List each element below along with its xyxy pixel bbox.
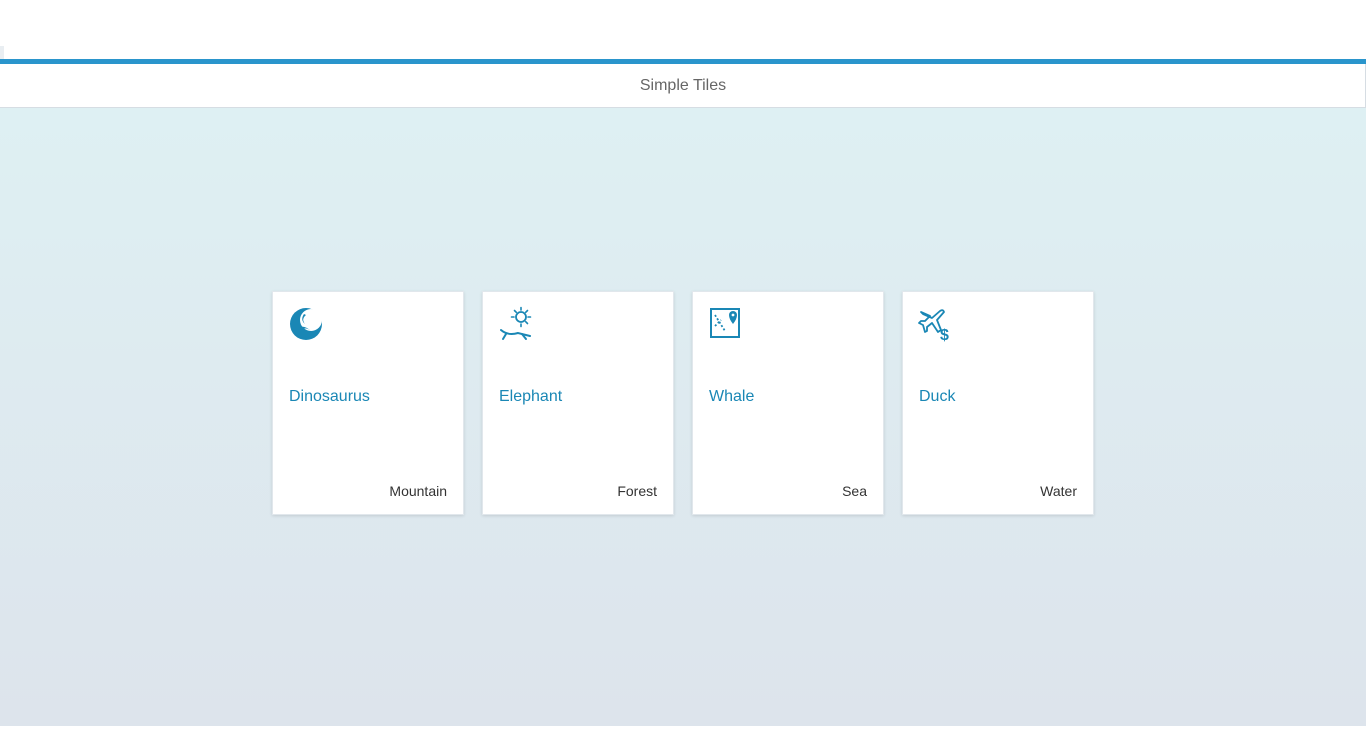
tile-title: Dinosaurus [289, 388, 370, 405]
tile-title: Duck [919, 388, 956, 405]
bottom-edge [0, 726, 1366, 732]
page-header: Simple Tiles [0, 64, 1366, 108]
tile-dinosaurus[interactable]: Dinosaurus Mountain [272, 291, 464, 515]
svg-text:$: $ [940, 327, 949, 342]
edge-marker [0, 46, 4, 59]
moon-crescent-icon [288, 306, 324, 342]
page-title: Simple Tiles [639, 76, 727, 94]
tile-whale[interactable]: Whale Sea [692, 291, 884, 515]
tile-title: Whale [709, 388, 755, 405]
tile-footer: Forest [617, 483, 657, 499]
tile-title: Elephant [499, 388, 563, 405]
tile-footer: Mountain [389, 483, 447, 499]
tile-group: Dinosaurus Mountain Elephant Forest Whal… [272, 291, 1094, 515]
map-pin-icon [708, 306, 744, 342]
tile-footer: Sea [842, 483, 867, 499]
sun-lounger-icon [498, 306, 534, 342]
plane-dollar-icon: $ [918, 306, 954, 342]
tile-duck[interactable]: $ Duck Water [902, 291, 1094, 515]
browser-top-area [0, 0, 1366, 59]
tile-elephant[interactable]: Elephant Forest [482, 291, 674, 515]
tile-container: Dinosaurus Mountain Elephant Forest Whal… [0, 108, 1366, 726]
tile-footer: Water [1040, 483, 1077, 499]
